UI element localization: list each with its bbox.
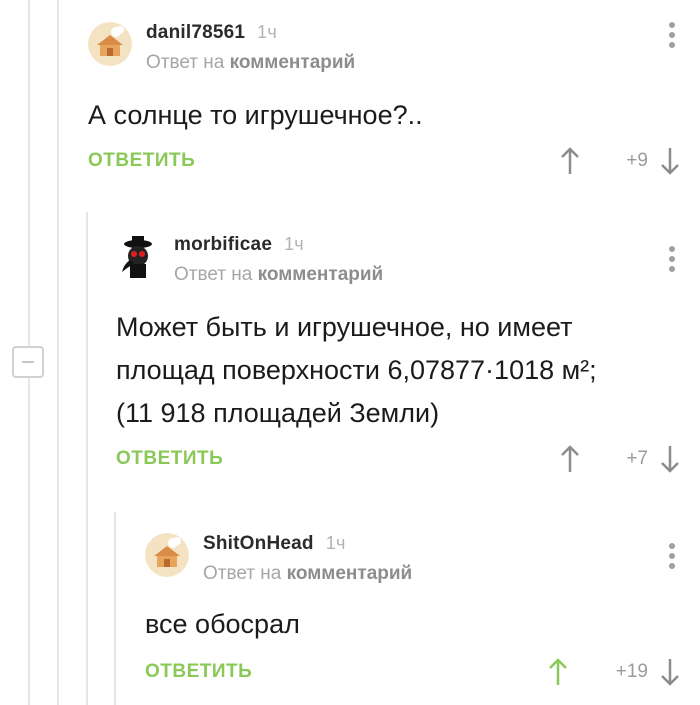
comment-text-line: площад поверхности 6,07877·1018 м²;	[116, 355, 597, 385]
comment-text-line: (11 918 площадей Земли)	[116, 398, 440, 428]
thread-line	[86, 212, 88, 705]
reply-to-label: Ответ на комментарий	[146, 52, 356, 73]
reply-button[interactable]: ОТВЕТИТЬ	[88, 150, 195, 172]
comment-text-line: Может быть и игрушечное, но имеет	[116, 312, 573, 342]
reply-button[interactable]: ОТВЕТИТЬ	[116, 448, 223, 470]
reply-target-link[interactable]: комментарий	[258, 264, 384, 285]
comment-text: А солнце то игрушечное?..	[88, 100, 423, 130]
comment: morbificae 1ч Ответ на комментарий Может …	[116, 234, 700, 484]
comment-author[interactable]: ShitOnHead 1ч	[203, 533, 346, 555]
downvote-arrow-icon[interactable]	[660, 657, 680, 687]
vote-controls: +9	[560, 146, 680, 176]
comment-author[interactable]: morbificae 1ч	[174, 234, 304, 256]
comment-text: все обосрал	[145, 609, 300, 639]
vote-score: +19	[615, 661, 648, 682]
reply-target-link[interactable]: комментарий	[230, 52, 356, 73]
collapse-thread-button[interactable]	[12, 346, 44, 378]
reply-target-link[interactable]: комментарий	[287, 563, 413, 584]
vote-score: +7	[626, 448, 648, 469]
comment-text: Может быть и игрушечное, но имеет площад…	[116, 306, 597, 435]
vote-controls: +7	[560, 444, 680, 474]
comment: danil78561 1ч Ответ на комментарий А солн…	[88, 22, 700, 192]
downvote-arrow-icon[interactable]	[660, 146, 680, 176]
more-options-icon[interactable]	[668, 22, 676, 52]
downvote-arrow-icon[interactable]	[660, 444, 680, 474]
comment: ShitOnHead 1ч Ответ на комментарий все об…	[145, 533, 700, 703]
thread-line	[57, 0, 59, 705]
upvote-arrow-icon[interactable]	[560, 444, 580, 474]
plague-doctor-avatar-icon[interactable]	[116, 234, 160, 278]
upvote-arrow-icon[interactable]	[560, 146, 580, 176]
more-options-icon[interactable]	[668, 543, 676, 573]
comment-author[interactable]: danil78561 1ч	[146, 22, 277, 44]
reply-to-label: Ответ на комментарий	[174, 264, 384, 285]
comment-time: 1ч	[284, 234, 304, 254]
comment-time: 1ч	[257, 22, 277, 42]
reply-button[interactable]: ОТВЕТИТЬ	[145, 661, 252, 683]
upvote-arrow-icon[interactable]	[548, 657, 568, 687]
comment-time: 1ч	[325, 533, 346, 553]
house-avatar-icon[interactable]	[88, 22, 132, 66]
vote-controls: +19	[548, 657, 680, 687]
vote-score: +9	[626, 150, 648, 171]
thread-line	[114, 512, 116, 705]
house-avatar-icon[interactable]	[145, 533, 189, 577]
more-options-icon[interactable]	[668, 246, 676, 276]
reply-to-label: Ответ на комментарий	[203, 563, 413, 584]
